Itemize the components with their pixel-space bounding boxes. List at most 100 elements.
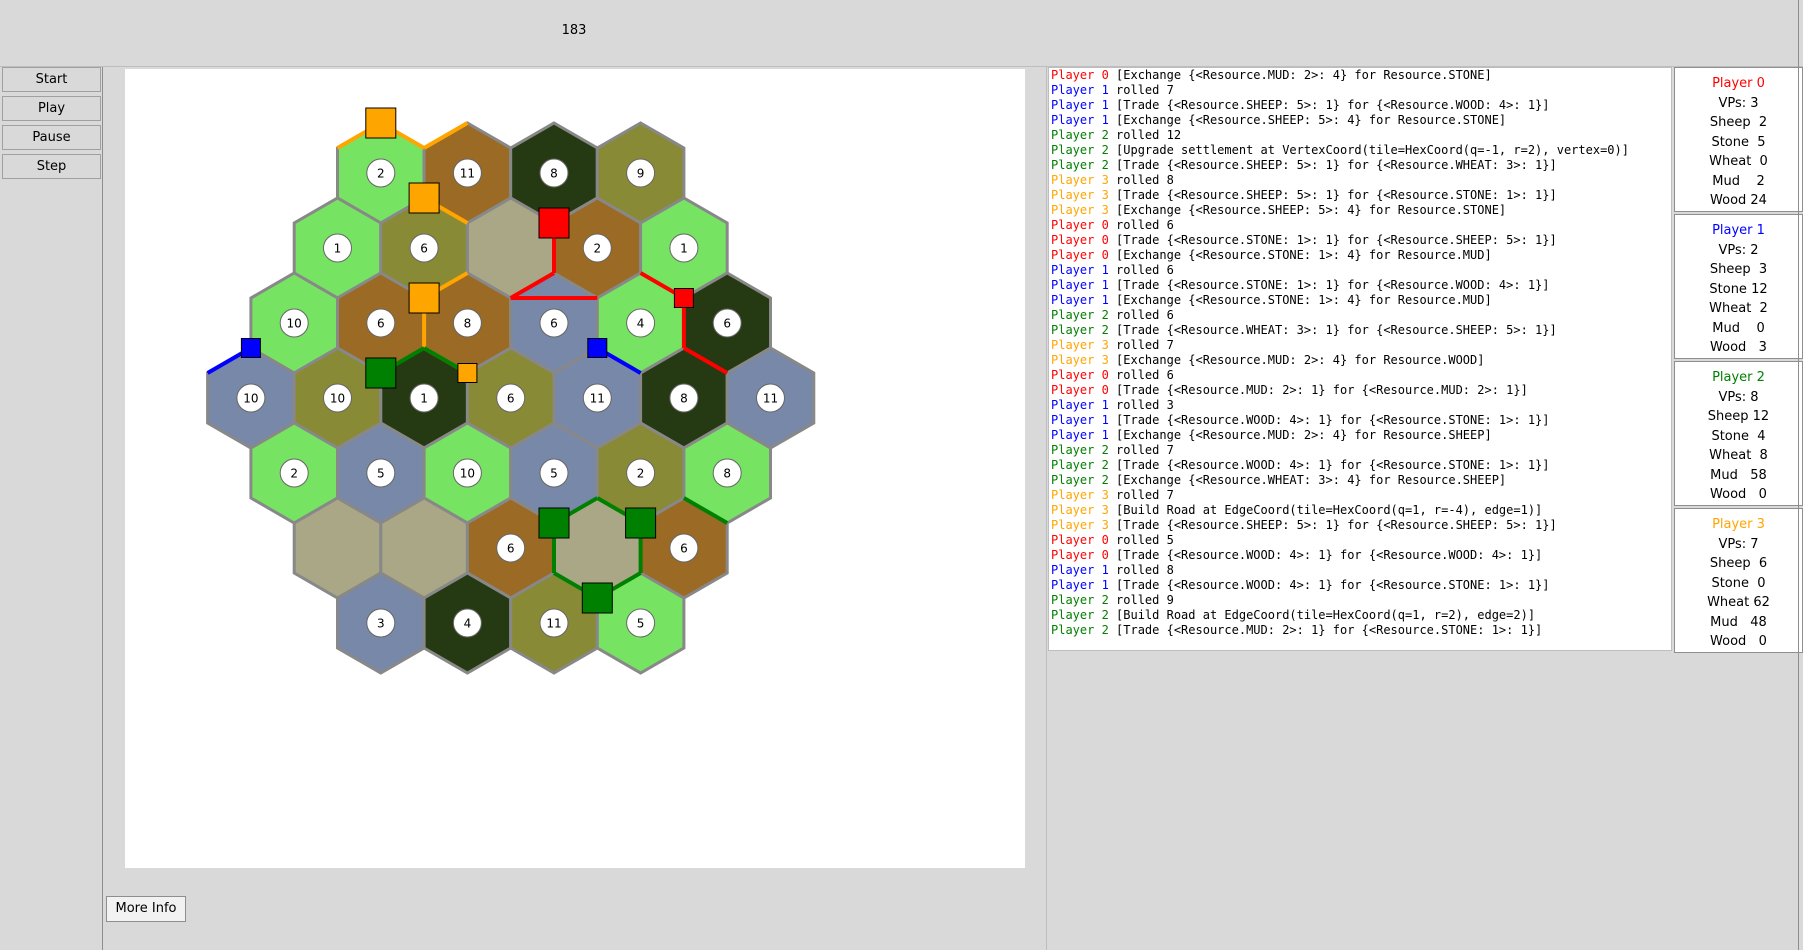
- log-line: Player 3 [Build Road at EdgeCoord(tile=H…: [1051, 503, 1671, 518]
- number-token-label: 10: [330, 392, 345, 406]
- log-player: Player 0: [1051, 248, 1109, 262]
- log-line: Player 0 rolled 6: [1051, 368, 1671, 383]
- log-player: Player 2: [1051, 443, 1109, 457]
- log-player: Player 1: [1051, 263, 1109, 277]
- log-player: Player 1: [1051, 563, 1109, 577]
- log-text: rolled 12: [1108, 128, 1182, 142]
- city: [581, 582, 613, 614]
- log-player: Player 1: [1051, 278, 1109, 292]
- log-text: rolled 3: [1108, 398, 1174, 412]
- number-token-label: 2: [377, 167, 385, 181]
- player-panels: Player 0 VPs: 3 Sheep 2 Stone 5 Wheat 0 Mud 2…: [1674, 67, 1803, 655]
- number-token-label: 8: [464, 317, 472, 331]
- number-token-label: 5: [637, 617, 645, 631]
- player-name: Player 3: [1712, 517, 1765, 532]
- log-player: Player 3: [1051, 518, 1109, 532]
- number-token-label: 6: [723, 317, 731, 331]
- log-player: Player 1: [1051, 98, 1109, 112]
- board-canvas: 2 11 8 9 1 6 2 1 10 6 8 6 4 6 10 10 1 6 11 8 11 2 5 10 5 2 8 6 6 3 4 11…: [206, 107, 816, 675]
- log-player: Player 2: [1051, 158, 1109, 172]
- log-player: Player 1: [1051, 293, 1109, 307]
- log-line: Player 1 [Exchange {<Resource.SHEEP: 5>:…: [1051, 113, 1671, 128]
- log-line: Player 1 rolled 6: [1051, 263, 1671, 278]
- player-stat: Mud 48: [1710, 614, 1767, 630]
- log-line: Player 3 rolled 8: [1051, 173, 1671, 188]
- log-line: Player 1 [Trade {<Resource.SHEEP: 5>: 1}…: [1051, 98, 1671, 113]
- log-line: Player 2 rolled 12: [1051, 128, 1671, 143]
- player-stat: Stone 4: [1711, 428, 1766, 444]
- number-token-label: 1: [420, 392, 428, 406]
- log-text: [Trade {<Resource.STONE: 1>: 1} for {<Re…: [1108, 233, 1557, 247]
- log-text: [Trade {<Resource.WOOD: 4>: 1} for {<Res…: [1108, 578, 1550, 592]
- log-line: Player 2 rolled 7: [1051, 443, 1671, 458]
- log-player: Player 1: [1051, 578, 1109, 592]
- player-stat: VPs: 2: [1718, 242, 1759, 258]
- log-line: Player 0 rolled 6: [1051, 218, 1671, 233]
- pause-button[interactable]: Pause: [2, 125, 101, 150]
- log-line: Player 0 [Exchange {<Resource.STONE: 1>:…: [1051, 248, 1671, 263]
- log-text: rolled 6: [1108, 368, 1174, 382]
- log-player: Player 0: [1051, 383, 1109, 397]
- log-line: Player 1 rolled 7: [1051, 83, 1671, 98]
- log-player: Player 0: [1051, 548, 1109, 562]
- log-line: Player 3 rolled 7: [1051, 338, 1671, 353]
- log-player: Player 2: [1051, 143, 1109, 157]
- log-text: [Trade {<Resource.WOOD: 4>: 1} for {<Res…: [1108, 548, 1543, 562]
- log-text: [Trade {<Resource.WOOD: 4>: 1} for {<Res…: [1108, 458, 1550, 472]
- player-stat: VPs: 8: [1718, 389, 1759, 405]
- event-log[interactable]: Player 0 [Exchange {<Resource.MUD: 2>: 4…: [1048, 67, 1672, 651]
- settlement: [673, 288, 694, 308]
- number-token-label: 1: [680, 242, 688, 256]
- log-line: Player 1 rolled 8: [1051, 563, 1671, 578]
- window-edge: [1798, 0, 1803, 950]
- player-stat: Wood 0: [1710, 487, 1767, 502]
- log-player: Player 2: [1051, 308, 1109, 322]
- city: [538, 507, 570, 539]
- log-text: [Trade {<Resource.SHEEP: 5>: 1} for {<Re…: [1108, 158, 1557, 172]
- player-stat: Wood 0: [1710, 634, 1767, 649]
- log-text: [Exchange {<Resource.MUD: 2>: 4} for Res…: [1108, 353, 1485, 367]
- log-text: rolled 7: [1108, 83, 1174, 97]
- log-text: rolled 9: [1108, 593, 1174, 607]
- number-token-label: 10: [243, 392, 258, 406]
- log-player: Player 1: [1051, 413, 1109, 427]
- player-stat: Wood 24: [1710, 193, 1767, 208]
- player-card: Player 1 VPs: 2 Sheep 3 Stone 12 Wheat 2 Mud …: [1674, 214, 1803, 359]
- player-card: Player 2 VPs: 8 Sheep 12 Stone 4 Wheat 8 Mud …: [1674, 361, 1803, 506]
- log-player: Player 2: [1051, 608, 1109, 622]
- player-stat: Wood 3: [1710, 340, 1767, 355]
- log-player: Player 0: [1051, 533, 1109, 547]
- settlement: [240, 338, 261, 358]
- log-text: rolled 7: [1108, 488, 1174, 502]
- log-player: Player 3: [1051, 188, 1109, 202]
- log-text: [Exchange {<Resource.SHEEP: 5>: 4} for R…: [1108, 113, 1507, 127]
- number-token-label: 1: [334, 242, 342, 256]
- log-line: Player 2 [Trade {<Resource.WOOD: 4>: 1} …: [1051, 458, 1671, 473]
- log-text: rolled 7: [1108, 443, 1174, 457]
- log-line: Player 2 [Trade {<Resource.MUD: 2>: 1} f…: [1051, 623, 1671, 638]
- log-player: Player 2: [1051, 458, 1109, 472]
- log-player: Player 0: [1051, 218, 1109, 232]
- number-token-label: 5: [550, 467, 558, 481]
- play-button[interactable]: Play: [2, 96, 101, 121]
- more-info-button[interactable]: More Info: [106, 896, 186, 922]
- log-text: [Build Road at EdgeCoord(tile=HexCoord(q…: [1108, 503, 1543, 517]
- log-text: [Trade {<Resource.WOOD: 4>: 1} for {<Res…: [1108, 413, 1550, 427]
- start-button[interactable]: Start: [2, 67, 101, 92]
- log-line: Player 1 [Trade {<Resource.WOOD: 4>: 1} …: [1051, 413, 1671, 428]
- number-token-label: 10: [287, 317, 302, 331]
- log-text: [Exchange {<Resource.MUD: 2>: 4} for Res…: [1108, 68, 1492, 82]
- step-button[interactable]: Step: [2, 154, 101, 179]
- log-player: Player 1: [1051, 83, 1109, 97]
- log-line: Player 2 [Build Road at EdgeCoord(tile=H…: [1051, 608, 1671, 623]
- player-stat: Mud 0: [1712, 320, 1765, 336]
- log-line: Player 1 [Trade {<Resource.STONE: 1>: 1}…: [1051, 278, 1671, 293]
- player-stat: Wheat 8: [1709, 448, 1768, 463]
- log-text: rolled 5: [1108, 533, 1174, 547]
- log-text: [Upgrade settlement at VertexCoord(tile=…: [1108, 143, 1629, 157]
- player-name: Player 1: [1712, 223, 1765, 238]
- log-text: [Exchange {<Resource.MUD: 2>: 4} for Res…: [1108, 428, 1492, 442]
- number-token-label: 6: [507, 542, 515, 556]
- player-stat: Wheat 2: [1709, 301, 1768, 316]
- player-stat: Sheep 12: [1707, 409, 1770, 424]
